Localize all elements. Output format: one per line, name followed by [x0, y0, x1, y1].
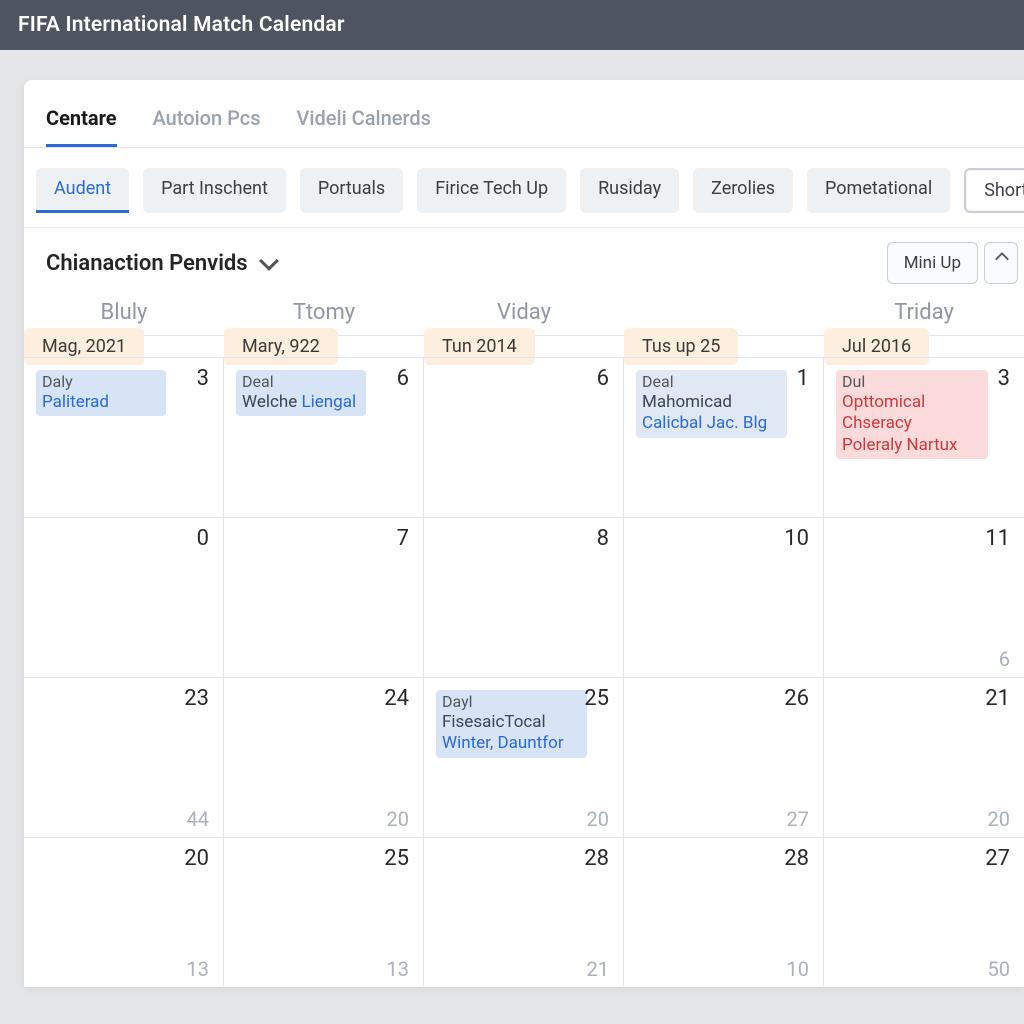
calendar-cell[interactable]: 25 Dayl FisesaicTocal Winter, Dauntfor 2… — [424, 677, 624, 837]
day-number: 8 — [597, 526, 609, 551]
filter-pills: Audent Part Inschent Portuals Firice Tec… — [24, 148, 1024, 228]
pill-zerolies[interactable]: Zerolies — [693, 168, 793, 213]
day-header: Viday — [424, 300, 624, 325]
tab-videli-calnerds[interactable]: Videli Calnerds — [297, 106, 431, 147]
pill-pometational[interactable]: Pometational — [807, 168, 950, 213]
day-footnote: 13 — [187, 957, 209, 981]
calendar-row: 0 7 8 10 11 6 — [24, 517, 1024, 677]
calendar-cell[interactable]: 28 10 — [624, 837, 824, 987]
page-title: FIFA International Match Calendar — [18, 13, 345, 37]
day-number: 11 — [985, 526, 1010, 551]
day-number: 27 — [985, 846, 1010, 871]
day-number: 1 — [797, 366, 809, 391]
calendar-row: 20 13 25 13 28 21 28 10 27 50 — [24, 837, 1024, 987]
day-footnote: 6 — [999, 647, 1010, 671]
day-number: 6 — [397, 366, 409, 391]
calendar-toolbar: Chianaction Penvids Mini Up — [24, 228, 1024, 294]
day-header: Ttomy — [224, 300, 424, 325]
day-header: Bluly — [24, 300, 224, 325]
titlebar: FIFA International Match Calendar — [0, 0, 1024, 50]
day-footnote: 20 — [988, 807, 1010, 831]
day-footnote: 27 — [787, 807, 809, 831]
tab-autoion-pcs[interactable]: Autoion Pcs — [153, 106, 261, 147]
calendar-cell[interactable]: 6 Deal Welche Liengal — [224, 357, 424, 517]
pill-firice-tech-up[interactable]: Firice Tech Up — [417, 168, 566, 213]
day-footnote: 10 — [787, 957, 809, 981]
day-footnote: 21 — [587, 957, 609, 981]
day-number: 21 — [985, 686, 1010, 711]
calendar-cell[interactable]: 6 — [424, 357, 624, 517]
calendar-cell[interactable]: 24 20 — [224, 677, 424, 837]
pill-rusiday[interactable]: Rusiday — [580, 168, 679, 213]
pill-portuals[interactable]: Portuals — [300, 168, 403, 213]
event-chip[interactable]: Deal Welche Liengal — [236, 370, 366, 416]
calendar-cell[interactable]: 10 — [624, 517, 824, 677]
day-number: 26 — [784, 686, 809, 711]
calendar-cell[interactable]: 0 — [24, 517, 224, 677]
calendar-cell[interactable]: 21 20 — [824, 677, 1024, 837]
calendar-cell[interactable]: 25 13 — [224, 837, 424, 987]
calendar-cell[interactable]: 3 Daly Paliterad — [24, 357, 224, 517]
calendar-cell[interactable]: 20 13 — [24, 837, 224, 987]
calendar-cell[interactable]: 8 — [424, 517, 624, 677]
calendar-row: 3 Daly Paliterad 6 Deal Welche Liengal 6… — [24, 357, 1024, 517]
calendar-cell[interactable]: 3 Dul Opttomical Chseracy Poleraly Nartu… — [824, 357, 1024, 517]
event-chip[interactable]: Deal Mahomicad Calicbal Jac. Blg — [636, 370, 787, 438]
day-number: 6 — [597, 366, 609, 391]
day-number: 7 — [397, 526, 409, 551]
day-number: 10 — [784, 526, 809, 551]
day-number: 28 — [584, 846, 609, 871]
tab-centare[interactable]: Centare — [46, 106, 117, 147]
day-footnote: 13 — [387, 957, 409, 981]
day-header — [624, 300, 824, 325]
event-chip[interactable]: Dayl FisesaicTocal Winter, Dauntfor — [436, 690, 587, 758]
pill-part-inschent[interactable]: Part Inschent — [143, 168, 286, 213]
day-header: Triday — [824, 300, 1024, 325]
toolbar-right: Mini Up — [887, 242, 1018, 284]
view-dropdown-label: Chianaction Penvids — [46, 251, 248, 276]
calendar-cell[interactable]: 1 Deal Mahomicad Calicbal Jac. Blg — [624, 357, 824, 517]
day-number: 3 — [998, 366, 1010, 391]
calendar-cell[interactable]: 23 44 — [24, 677, 224, 837]
calendar-cell[interactable]: 28 21 — [424, 837, 624, 987]
day-number: 20 — [184, 846, 209, 871]
refresh-button[interactable] — [984, 242, 1018, 284]
chevron-down-icon — [259, 251, 279, 271]
calendar-cell[interactable]: 27 50 — [824, 837, 1024, 987]
day-footnote: 44 — [187, 807, 209, 831]
calendar-cell[interactable]: 7 — [224, 517, 424, 677]
calendar-cell[interactable]: 26 27 — [624, 677, 824, 837]
page-card: Centare Autoion Pcs Videli Calnerds Aude… — [24, 80, 1024, 987]
day-number: 0 — [197, 526, 209, 551]
day-number: 25 — [384, 846, 409, 871]
pill-audent[interactable]: Audent — [36, 168, 129, 213]
day-footnote: 20 — [387, 807, 409, 831]
calendar-cell[interactable]: 11 6 — [824, 517, 1024, 677]
mini-up-button[interactable]: Mini Up — [887, 242, 978, 284]
day-footnote: 20 — [587, 807, 609, 831]
day-number: 3 — [197, 366, 209, 391]
calendar-row: 23 44 24 20 25 Dayl FisesaicTocal Winter… — [24, 677, 1024, 837]
view-dropdown[interactable]: Chianaction Penvids — [46, 251, 276, 276]
primary-tabs: Centare Autoion Pcs Videli Calnerds — [24, 80, 1024, 148]
day-number: 25 — [584, 686, 609, 711]
event-chip[interactable]: Dul Opttomical Chseracy Poleraly Nartux — [836, 370, 988, 459]
day-number: 24 — [384, 686, 409, 711]
event-chip[interactable]: Daly Paliterad — [36, 370, 166, 416]
month-chip-row: Mag, 2021 Mary, 922 Tun 2014 Tus up 25 J… — [24, 335, 1024, 357]
pill-short-snart[interactable]: Short Snart — [964, 168, 1024, 213]
day-number: 28 — [784, 846, 809, 871]
day-footnote: 50 — [988, 957, 1010, 981]
day-number: 23 — [184, 686, 209, 711]
